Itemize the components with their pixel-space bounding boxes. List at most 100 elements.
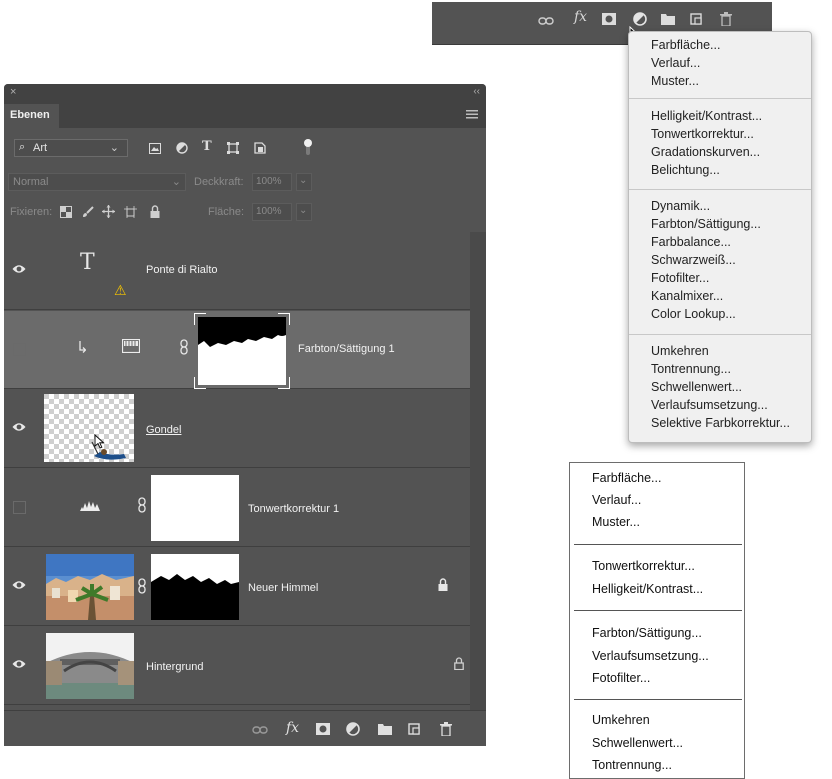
- fill-field[interactable]: 100%: [252, 203, 292, 221]
- layer-name[interactable]: Tonwertkorrektur 1: [248, 503, 339, 515]
- link-layers-icon[interactable]: [538, 14, 554, 29]
- adjustment-layer-icon[interactable]: [346, 722, 360, 739]
- filter-kind-select[interactable]: ⌕ Art ⌄: [14, 139, 128, 157]
- menu-item-farbflaeche[interactable]: Farbfläche...: [651, 38, 720, 52]
- menu-item-umkehren[interactable]: Umkehren: [592, 713, 650, 727]
- warning-icon: ⚠: [114, 282, 127, 298]
- menu-item-dynamik[interactable]: Dynamik...: [651, 199, 710, 213]
- collapse-icon[interactable]: ‹‹: [473, 86, 480, 97]
- menu-item-helligkeit-kontrast[interactable]: Helligkeit/Kontrast...: [592, 582, 703, 596]
- fx-icon[interactable]: fx: [286, 720, 299, 736]
- close-icon[interactable]: ×: [10, 86, 16, 98]
- menu-item-selektive-farbkorrektur[interactable]: Selektive Farbkorrektur...: [651, 416, 790, 430]
- levels-histogram-icon: [80, 499, 100, 514]
- menu-item-tonwertkorrektur[interactable]: Tonwertkorrektur...: [592, 559, 695, 573]
- sky-photo-thumbnail[interactable]: [46, 554, 134, 623]
- menu-item-verlauf[interactable]: Verlauf...: [651, 56, 700, 70]
- filter-toggle-switch[interactable]: [304, 138, 312, 159]
- chevron-down-icon: ⌄: [171, 176, 181, 188]
- opacity-field[interactable]: 100%: [252, 173, 292, 191]
- opacity-slider-toggle[interactable]: ⌄: [296, 173, 312, 191]
- menu-item-farbbalance[interactable]: Farbbalance...: [651, 235, 731, 249]
- layer-row-tonwertkorrektur-1[interactable]: Tonwertkorrektur 1: [4, 469, 470, 547]
- layer-name[interactable]: Gondel: [146, 424, 181, 436]
- menu-item-verlauf[interactable]: Verlauf...: [592, 493, 641, 507]
- add-mask-icon[interactable]: [602, 13, 616, 28]
- menu-item-schwellenwert[interactable]: Schwellenwert...: [592, 736, 683, 750]
- trash-icon[interactable]: [720, 12, 732, 29]
- background-photo-thumbnail[interactable]: [46, 633, 134, 702]
- layer-row-gondel[interactable]: Gondel: [4, 390, 470, 468]
- visibility-eye-icon[interactable]: [12, 580, 26, 590]
- menu-item-gradationskurven[interactable]: Gradationskurven...: [651, 145, 760, 159]
- filter-text-icon[interactable]: T: [202, 139, 212, 154]
- menu-item-schwarzweiss[interactable]: Schwarzweiß...: [651, 253, 736, 267]
- visibility-eye-icon[interactable]: [12, 422, 26, 432]
- menu-item-muster[interactable]: Muster...: [651, 74, 699, 88]
- menu-item-fotofilter[interactable]: Fotofilter...: [592, 671, 650, 685]
- layer-row-hintergrund[interactable]: Hintergrund: [4, 627, 470, 705]
- fx-icon[interactable]: fx: [574, 9, 587, 25]
- link-layers-icon[interactable]: [252, 725, 268, 738]
- menu-item-schwellenwert[interactable]: Schwellenwert...: [651, 380, 742, 394]
- menu-item-fotofilter[interactable]: Fotofilter...: [651, 271, 709, 285]
- filter-pixel-icon[interactable]: [149, 143, 161, 157]
- layers-panel: × ‹‹ Ebenen ⌕ Art ⌄ T Normal ⌄ Deckkraft…: [4, 84, 486, 746]
- blend-mode-select[interactable]: Normal ⌄: [8, 173, 186, 191]
- panel-tab-row: Ebenen: [4, 104, 486, 128]
- hue-saturation-icon: [121, 338, 141, 356]
- layer-mask-thumbnail[interactable]: [151, 554, 239, 623]
- layer-name[interactable]: Neuer Himmel: [248, 582, 318, 594]
- visibility-hidden-box[interactable]: [13, 343, 26, 356]
- layer-name[interactable]: Farbton/Sättigung 1: [298, 343, 395, 355]
- new-layer-icon[interactable]: [690, 13, 702, 28]
- new-layer-icon[interactable]: [408, 723, 420, 738]
- menu-item-verlaufsumsetzung[interactable]: Verlaufsumsetzung...: [592, 649, 709, 663]
- fill-slider-toggle[interactable]: ⌄: [296, 203, 312, 221]
- fill-value: 100%: [256, 206, 282, 217]
- gondola-thumbnail[interactable]: [44, 394, 134, 465]
- menu-item-farbflaeche[interactable]: Farbfläche...: [592, 471, 661, 485]
- lock-row: Fixieren: Fläche: 100% ⌄: [4, 202, 486, 224]
- menu-item-farbton-saettigung[interactable]: Farbton/Sättigung...: [592, 626, 702, 640]
- menu-item-color-lookup[interactable]: Color Lookup...: [651, 307, 736, 321]
- menu-item-tonwertkorrektur[interactable]: Tonwertkorrektur...: [651, 127, 754, 141]
- group-folder-icon[interactable]: [661, 13, 675, 28]
- layer-list: T ⚠ Ponte di Rialto Farbton/Sättigung 1 …: [4, 232, 470, 710]
- menu-item-kanalmixer[interactable]: Kanalmixer...: [651, 289, 723, 303]
- lock-transparent-icon[interactable]: [60, 206, 72, 221]
- tab-ebenen[interactable]: Ebenen: [4, 104, 59, 128]
- filter-adjustment-icon[interactable]: [176, 142, 188, 157]
- panel-menu-icon[interactable]: [466, 110, 478, 122]
- layer-row-farbton-saettigung-1[interactable]: Farbton/Sättigung 1: [4, 311, 470, 392]
- lock-move-icon[interactable]: [102, 205, 115, 221]
- group-folder-icon[interactable]: [378, 723, 392, 738]
- visibility-eye-icon[interactable]: [12, 264, 26, 274]
- layer-mask-thumbnail[interactable]: [193, 312, 291, 392]
- visibility-eye-icon[interactable]: [12, 659, 26, 669]
- layer-mask-thumbnail[interactable]: [151, 475, 239, 544]
- menu-item-farbton-saettigung[interactable]: Farbton/Sättigung...: [651, 217, 761, 231]
- menu-item-verlaufsumsetzung[interactable]: Verlaufsumsetzung...: [651, 398, 768, 412]
- lock-brush-icon[interactable]: [82, 206, 94, 221]
- menu-item-muster[interactable]: Muster...: [592, 515, 640, 529]
- filter-shape-icon[interactable]: [227, 142, 239, 157]
- visibility-hidden-box[interactable]: [13, 501, 26, 514]
- layer-list-scrollbar[interactable]: [470, 232, 486, 710]
- menu-item-helligkeit-kontrast[interactable]: Helligkeit/Kontrast...: [651, 109, 762, 123]
- menu-item-tontrennung[interactable]: Tontrennung...: [592, 758, 672, 772]
- menu-separator: [629, 98, 811, 99]
- layer-name[interactable]: Hintergrund: [146, 661, 203, 673]
- lock-all-icon[interactable]: [150, 205, 160, 221]
- layer-row-neuer-himmel[interactable]: Neuer Himmel: [4, 548, 470, 626]
- menu-item-umkehren[interactable]: Umkehren: [651, 344, 709, 358]
- filter-smartobject-icon[interactable]: [254, 142, 266, 157]
- layer-row-ponte-di-rialto[interactable]: T ⚠ Ponte di Rialto: [4, 232, 470, 310]
- add-mask-icon[interactable]: [316, 723, 330, 738]
- lock-artboard-icon[interactable]: [124, 206, 137, 221]
- menu-item-tontrennung[interactable]: Tontrennung...: [651, 362, 731, 376]
- menu-separator: [574, 699, 742, 700]
- layer-name[interactable]: Ponte di Rialto: [146, 264, 218, 276]
- trash-icon[interactable]: [440, 722, 452, 739]
- menu-item-belichtung[interactable]: Belichtung...: [651, 163, 720, 177]
